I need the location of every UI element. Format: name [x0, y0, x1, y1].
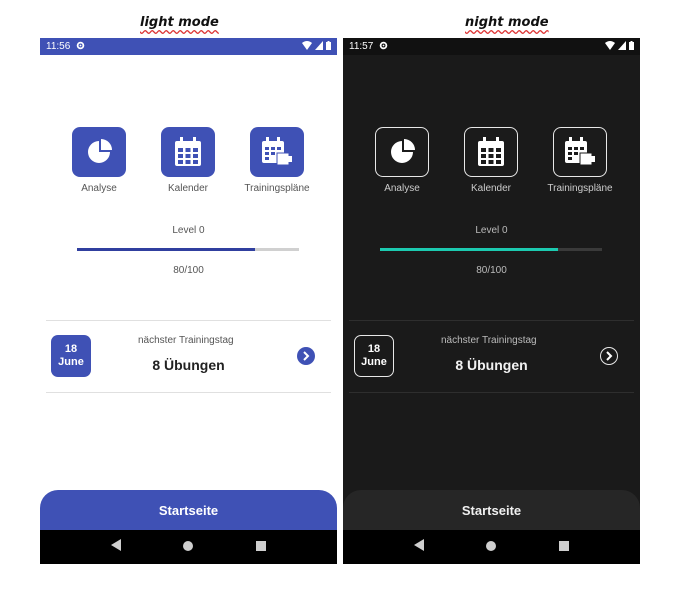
status-time: 11:56: [46, 41, 71, 52]
system-nav-bar: [343, 530, 640, 564]
home-button[interactable]: Startseite: [343, 490, 640, 530]
tile-label: Analyse: [384, 183, 420, 194]
date-day: 18: [64, 343, 78, 355]
next-training-label: nächster Trainingstag: [138, 335, 234, 346]
calendar-icon[interactable]: [161, 127, 215, 177]
system-nav-bar: [40, 530, 337, 564]
training-plans-icon[interactable]: [553, 127, 607, 177]
home-icon[interactable]: [183, 538, 194, 556]
training-plans-icon[interactable]: [250, 127, 304, 177]
tile-label: Kalender: [470, 183, 512, 194]
signal-icon: [315, 40, 323, 53]
tile-label: Kalender: [167, 183, 209, 194]
level-progress-bar: [77, 248, 299, 251]
status-time: 11:57: [349, 41, 374, 52]
score-label: 80/100: [173, 265, 204, 276]
level-label: Level 0: [475, 225, 508, 236]
status-bar: 11:56: [40, 38, 337, 55]
tile-label: Trainingspläne: [244, 183, 310, 194]
recents-icon[interactable]: [255, 538, 266, 556]
pie-chart-icon[interactable]: [72, 127, 126, 177]
tile-label: Analyse: [81, 183, 117, 194]
tile-analyse[interactable]: Analyse: [64, 127, 134, 194]
chevron-right-icon[interactable]: [297, 347, 315, 365]
night-mode-caption: night mode: [465, 15, 549, 30]
divider: [46, 320, 331, 321]
divider: [349, 392, 634, 393]
tile-analyse[interactable]: Analyse: [367, 127, 437, 194]
tile-label: Trainingspläne: [547, 183, 613, 194]
settings-gear-icon: [379, 41, 388, 53]
night-mode-screen: 11:57 Analyse Kalender Trainingspläne Le…: [343, 38, 640, 564]
score-label: 80/100: [476, 265, 507, 276]
recents-icon[interactable]: [558, 538, 569, 556]
home-icon[interactable]: [486, 538, 497, 556]
exercises-count: 8 Übungen: [152, 357, 225, 373]
date-month: June: [361, 356, 387, 368]
signal-icon: [618, 40, 626, 53]
home-button[interactable]: Startseite: [40, 490, 337, 530]
settings-gear-icon: [76, 41, 85, 53]
back-icon[interactable]: [111, 538, 122, 556]
divider: [349, 320, 634, 321]
date-day: 18: [367, 343, 381, 355]
next-training-date: 18 June: [51, 335, 91, 377]
next-training-label: nächster Trainingstag: [441, 335, 537, 346]
date-month: June: [58, 356, 84, 368]
level-progress-fill: [380, 248, 558, 251]
battery-icon: [629, 40, 634, 53]
tile-trainingsplaene[interactable]: Trainingspläne: [545, 127, 615, 194]
divider: [46, 392, 331, 393]
light-mode-caption: light mode: [140, 15, 219, 30]
status-bar: 11:57: [343, 38, 640, 55]
level-label: Level 0: [172, 225, 205, 236]
tile-kalender[interactable]: Kalender: [456, 127, 526, 194]
pie-chart-icon[interactable]: [375, 127, 429, 177]
light-mode-screen: 11:56 Analyse Kalender Trainingspläne Le…: [40, 38, 337, 564]
exercises-count: 8 Übungen: [455, 357, 528, 373]
tile-kalender[interactable]: Kalender: [153, 127, 223, 194]
calendar-icon[interactable]: [464, 127, 518, 177]
chevron-right-icon[interactable]: [600, 347, 618, 365]
level-progress-bar: [380, 248, 602, 251]
next-training-date: 18 June: [354, 335, 394, 377]
back-icon[interactable]: [414, 538, 425, 556]
battery-icon: [326, 40, 331, 53]
wifi-icon: [302, 40, 312, 53]
tile-trainingsplaene[interactable]: Trainingspläne: [242, 127, 312, 194]
level-progress-fill: [77, 248, 255, 251]
wifi-icon: [605, 40, 615, 53]
